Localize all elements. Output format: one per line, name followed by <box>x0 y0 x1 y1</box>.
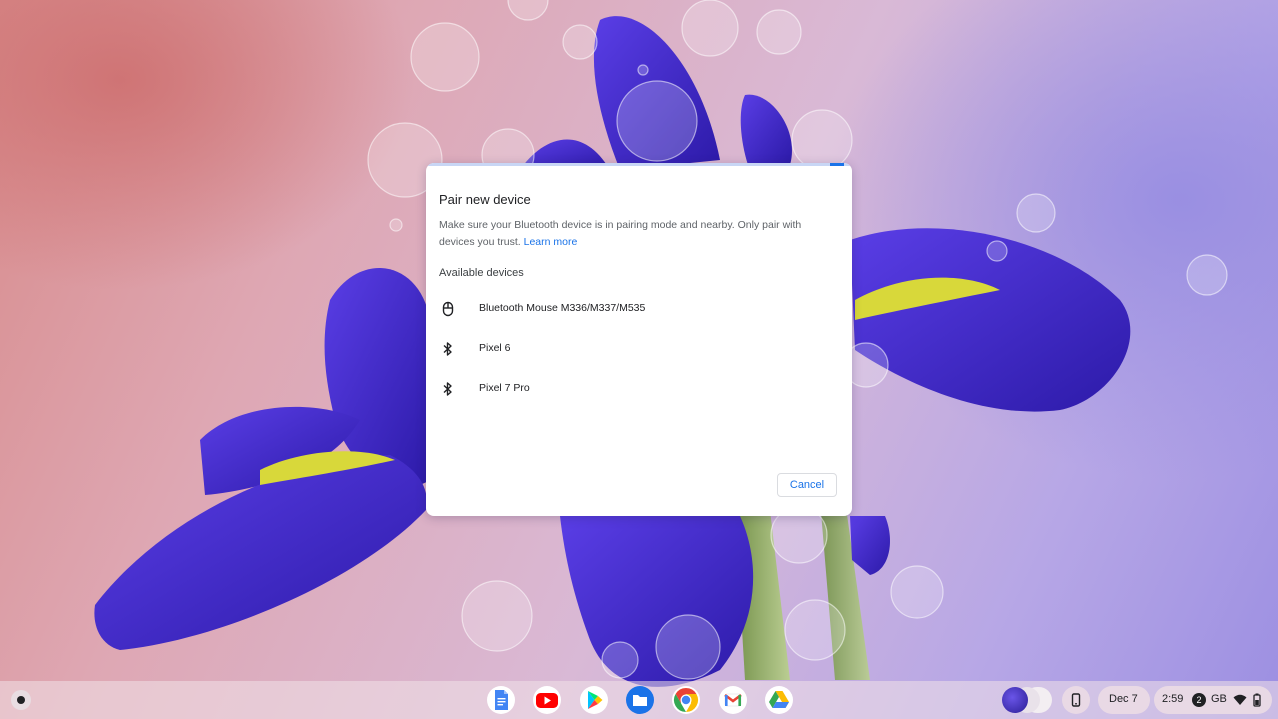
bluetooth-icon <box>443 342 452 356</box>
dialog-title: Pair new device <box>439 192 531 207</box>
gmail-icon[interactable] <box>718 685 748 715</box>
bluetooth-icon <box>443 382 452 396</box>
files-icon[interactable] <box>625 685 655 715</box>
device-item-mouse[interactable]: Bluetooth Mouse M336/M337/M535 <box>426 292 852 326</box>
launcher-button[interactable] <box>11 690 31 710</box>
google-docs-icon[interactable] <box>486 685 516 715</box>
battery-icon <box>1253 693 1261 707</box>
preview-thumbnail <box>1002 687 1028 713</box>
date-label: Dec 7 <box>1109 693 1138 705</box>
status-area[interactable]: 2:59 2 GB <box>1154 686 1272 714</box>
device-item-pixel-7-pro[interactable]: Pixel 7 Pro <box>426 372 852 406</box>
wifi-icon <box>1233 694 1247 705</box>
pair-new-device-dialog: Pair new device Make sure your Bluetooth… <box>426 163 852 516</box>
device-name: Pixel 7 Pro <box>479 382 530 394</box>
chrome-icon[interactable] <box>671 685 701 715</box>
phone-hub-button[interactable] <box>1062 686 1090 714</box>
notification-counter: 2 <box>1192 693 1206 707</box>
scanning-progress-bar <box>426 163 852 166</box>
learn-more-link[interactable]: Learn more <box>524 236 578 248</box>
play-store-icon[interactable] <box>579 685 609 715</box>
description-text: Make sure your Bluetooth device is in pa… <box>439 219 802 248</box>
available-devices-heading: Available devices <box>439 267 524 279</box>
storage-label: GB <box>1211 693 1227 705</box>
cancel-button[interactable]: Cancel <box>777 473 837 497</box>
device-name: Pixel 6 <box>479 342 511 354</box>
youtube-icon[interactable] <box>532 685 562 715</box>
dialog-description: Make sure your Bluetooth device is in pa… <box>439 217 829 251</box>
holding-space-preview[interactable] <box>1000 686 1056 714</box>
google-drive-icon[interactable] <box>764 685 794 715</box>
device-name: Bluetooth Mouse M336/M337/M535 <box>479 302 646 314</box>
device-item-pixel-6[interactable]: Pixel 6 <box>426 332 852 366</box>
clock-label: 2:59 <box>1162 693 1184 705</box>
mouse-icon <box>442 301 454 317</box>
phone-icon <box>1071 693 1081 707</box>
shelf: Dec 7 2:59 2 GB <box>0 681 1278 719</box>
date-tray-button[interactable]: Dec 7 <box>1098 686 1150 714</box>
